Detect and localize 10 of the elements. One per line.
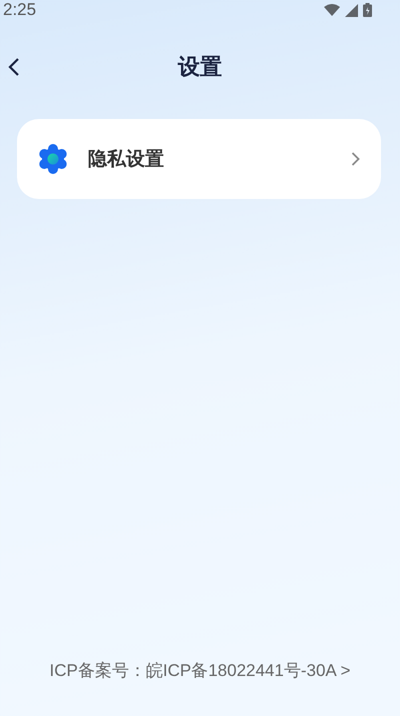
menu-item[interactable]: 隐私设置 [17,119,381,199]
gear-icon [38,144,68,174]
wifi-icon [324,4,340,16]
icp-link[interactable]: ICP备案号：皖ICP备18022441号-30A > [50,659,350,682]
chevron-right-icon [351,152,360,166]
signal-icon [345,4,358,16]
status-time: 2:25 [3,0,36,20]
back-icon[interactable] [8,58,20,76]
page-title: 设置 [178,54,222,82]
battery-icon [363,3,372,17]
